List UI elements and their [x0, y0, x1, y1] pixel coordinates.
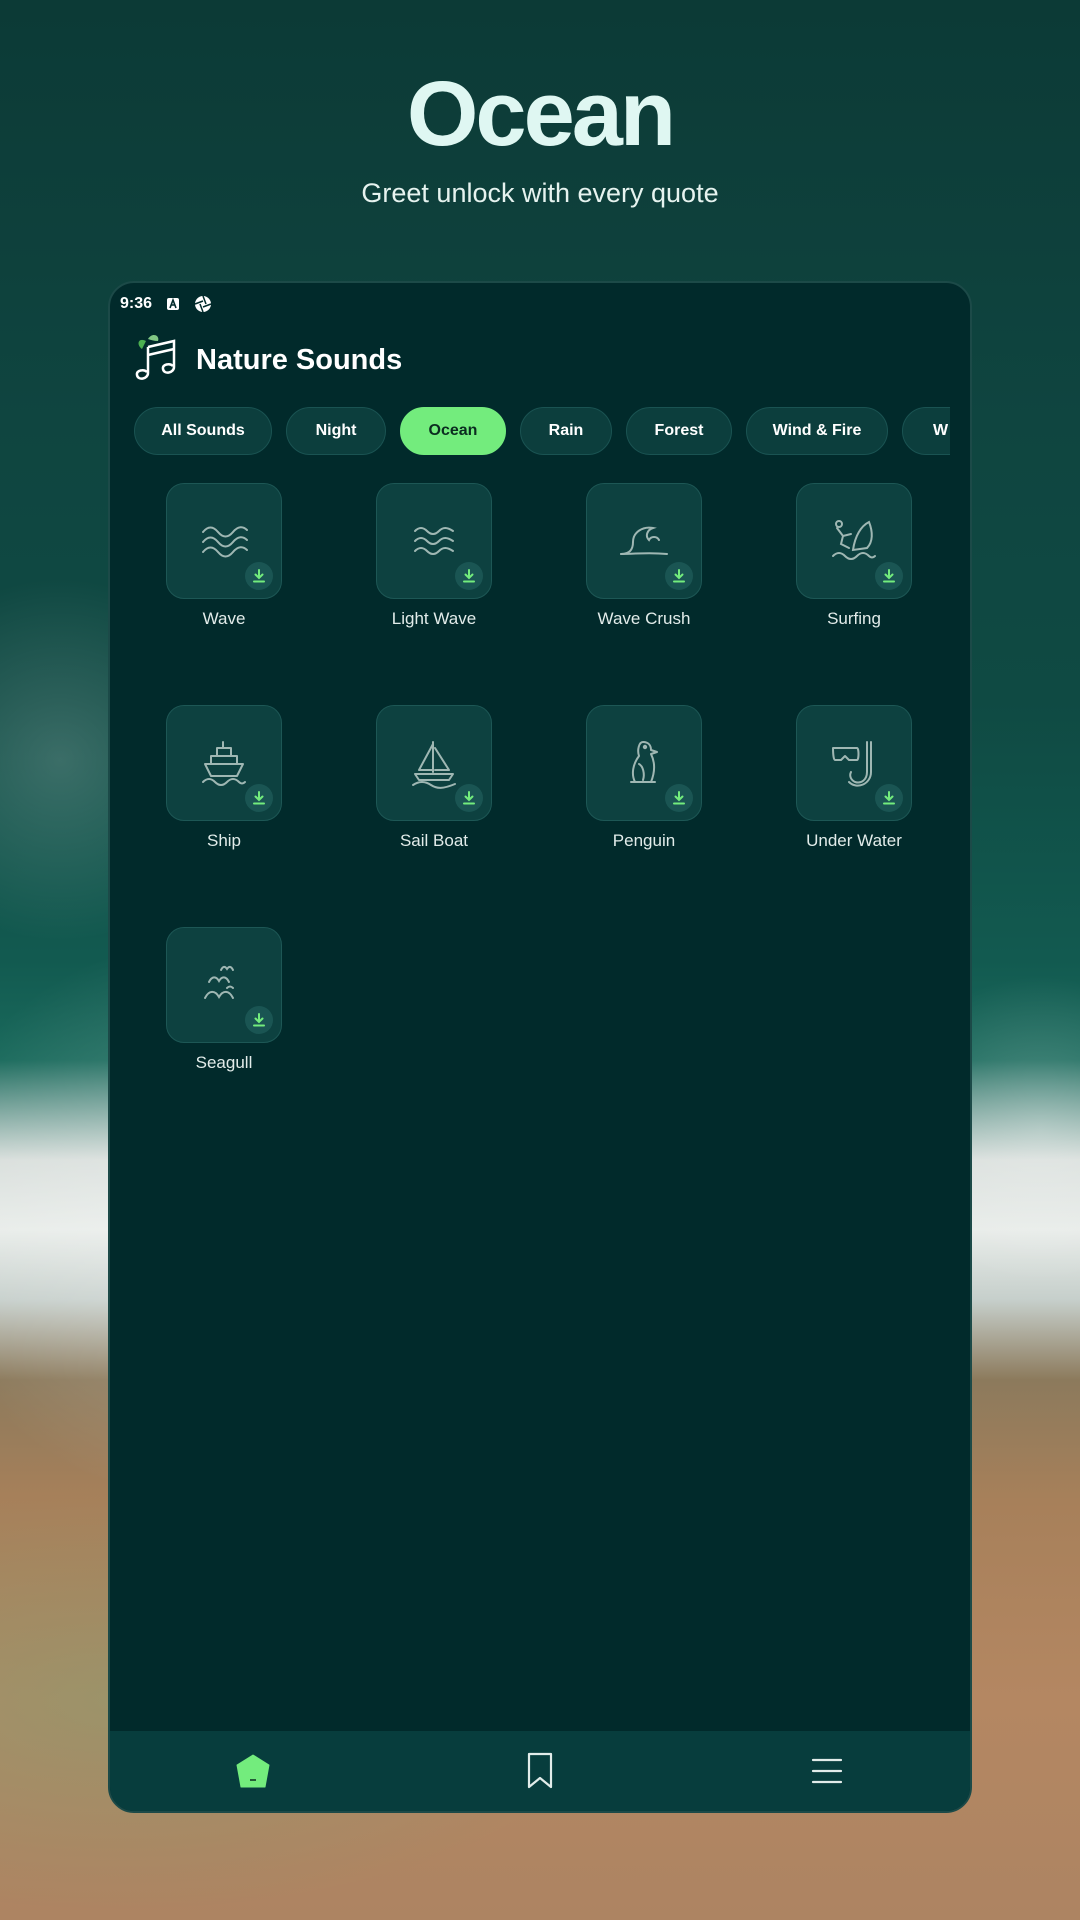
sound-label: Under Water: [806, 831, 902, 850]
menu-icon: [811, 1758, 842, 1784]
surfing-icon: [832, 520, 876, 560]
status-time: 9:36: [120, 295, 153, 312]
wave-icon: [202, 526, 248, 558]
sound-label: Penguin: [612, 831, 676, 850]
sound-label: Seagull: [195, 1053, 253, 1072]
sound-label: Wave: [202, 609, 246, 628]
sound-tile-under-water[interactable]: Under Water: [764, 705, 944, 865]
download-icon[interactable]: [455, 562, 483, 590]
sound-label: Light Wave: [391, 609, 477, 628]
category-chips: All Sounds Night Ocean Rain Forest Wind …: [134, 407, 950, 457]
download-icon[interactable]: [665, 562, 693, 590]
bookmark-icon: [527, 1752, 553, 1789]
sail-boat-icon: [412, 741, 456, 789]
light-wave-icon: [414, 527, 454, 555]
sound-tile-wave[interactable]: Wave: [134, 483, 314, 643]
download-icon[interactable]: [875, 562, 903, 590]
chip-partial[interactable]: W: [902, 407, 950, 455]
penguin-icon: [630, 741, 658, 783]
nav-menu[interactable]: [683, 1731, 970, 1811]
device-screen: 9:36 Nature Sounds All Sounds Night Ocea…: [108, 281, 972, 1813]
download-icon[interactable]: [245, 784, 273, 812]
sound-label: Surfing: [827, 609, 881, 628]
chip-wind-fire[interactable]: Wind & Fire: [746, 407, 888, 455]
home-icon: [236, 1754, 270, 1788]
nav-bookmarks[interactable]: [397, 1731, 684, 1811]
bottom-nav: [110, 1731, 970, 1811]
chip-forest[interactable]: Forest: [626, 407, 732, 455]
download-icon[interactable]: [875, 784, 903, 812]
status-bar: 9:36: [120, 289, 212, 319]
music-leaf-logo-icon: [134, 333, 180, 388]
chip-night[interactable]: Night: [286, 407, 386, 455]
sound-tile-wave-crush[interactable]: Wave Crush: [554, 483, 734, 643]
snorkel-icon: [832, 741, 872, 787]
wave-crush-icon: [620, 526, 668, 555]
sound-tile-sail-boat[interactable]: Sail Boat: [344, 705, 524, 865]
download-icon[interactable]: [245, 1006, 273, 1034]
ship-icon: [202, 741, 246, 786]
hero-title: Ocean: [406, 63, 676, 165]
download-icon[interactable]: [245, 562, 273, 590]
nav-home[interactable]: [110, 1731, 397, 1811]
a-notification-icon: [166, 297, 180, 311]
sound-label: Wave Crush: [597, 609, 691, 628]
seagull-icon: [204, 965, 234, 1000]
app-title: Nature Sounds: [196, 343, 403, 376]
hero-subtitle: Greet unlock with every quote: [361, 178, 719, 208]
sound-label: Ship: [206, 831, 242, 850]
aperture-icon: [194, 295, 212, 313]
app-header: Nature Sounds: [134, 333, 403, 388]
sound-tile-seagull[interactable]: Seagull: [134, 927, 314, 1087]
sound-tile-penguin[interactable]: Penguin: [554, 705, 734, 865]
chip-rain[interactable]: Rain: [520, 407, 612, 455]
sound-label: Sail Boat: [399, 831, 469, 850]
sound-tile-surfing[interactable]: Surfing: [764, 483, 944, 643]
sound-tile-light-wave[interactable]: Light Wave: [344, 483, 524, 643]
download-icon[interactable]: [665, 784, 693, 812]
chip-all-sounds[interactable]: All Sounds: [134, 407, 272, 455]
download-icon[interactable]: [455, 784, 483, 812]
chip-ocean[interactable]: Ocean: [400, 407, 506, 455]
sound-tile-ship[interactable]: Ship: [134, 705, 314, 865]
